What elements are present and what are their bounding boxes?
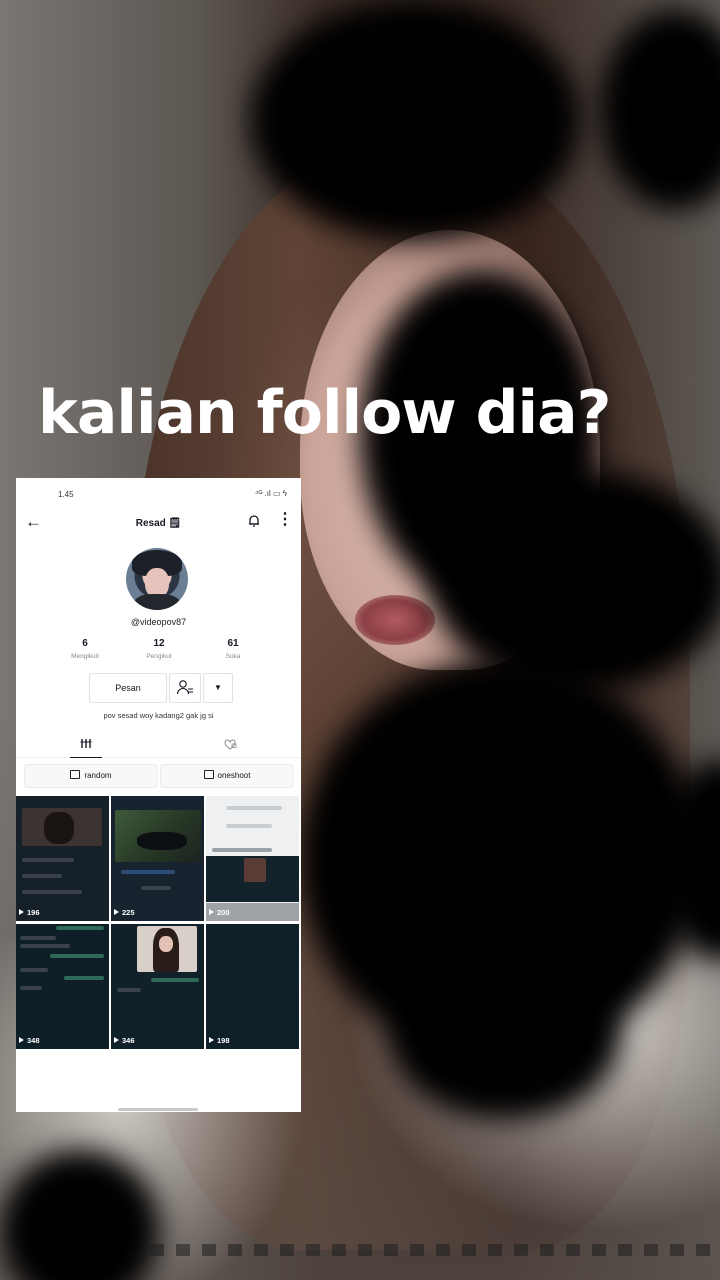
overlay-headline: kalian follow dia? bbox=[38, 378, 611, 448]
user-check-icon bbox=[176, 680, 193, 695]
more-options-icon[interactable]: ⋮ bbox=[277, 512, 293, 528]
profile-tabs bbox=[16, 733, 301, 758]
stat-label: Suka bbox=[225, 653, 241, 660]
view-count: 196 bbox=[19, 908, 40, 917]
view-count: 346 bbox=[114, 1036, 135, 1045]
video-thumbnail[interactable]: 346 bbox=[111, 924, 204, 1049]
video-thumbnail[interactable]: 198 bbox=[206, 924, 299, 1049]
playlist-oneshoot[interactable]: oneshoot bbox=[160, 764, 294, 788]
heart-lock-icon bbox=[224, 739, 237, 750]
black-blur-blob bbox=[600, 10, 720, 210]
status-bar: 1.45 ⁴ᴳ .ıl ▭ ϟ bbox=[16, 478, 301, 510]
stat-label: Mengikuti bbox=[71, 653, 99, 660]
status-icons: ⁴ᴳ .ıl ▭ ϟ bbox=[254, 489, 287, 498]
view-count: 348 bbox=[19, 1036, 40, 1045]
playlist-label: oneshoot bbox=[217, 771, 251, 780]
video-thumbnail[interactable]: 200 bbox=[206, 796, 299, 921]
video-grid: 196 225 200 348 346 198 bbox=[16, 796, 301, 1050]
stat-label: Pengikut bbox=[146, 653, 172, 660]
profile-screenshot: 1.45 ⁴ᴳ .ıl ▭ ϟ ← Resad 🗒 ⋮ @videopov87 … bbox=[16, 478, 301, 1112]
playlists: random oneshoot bbox=[24, 764, 294, 788]
status-time: 1.45 bbox=[58, 490, 74, 499]
black-blur-blob bbox=[430, 470, 720, 690]
stat-likes[interactable]: 61 Suka bbox=[198, 638, 268, 660]
dashed-line bbox=[150, 1244, 720, 1256]
playlist-icon bbox=[70, 770, 81, 779]
avatar[interactable] bbox=[126, 548, 188, 610]
stat-value: 12 bbox=[153, 638, 165, 649]
tab-liked[interactable] bbox=[214, 733, 246, 757]
video-thumbnail[interactable]: 225 bbox=[111, 796, 204, 921]
stat-following[interactable]: 6 Mengikuti bbox=[50, 638, 120, 660]
black-blur-blob bbox=[250, 0, 580, 240]
grid-bars-icon bbox=[80, 739, 92, 748]
caret-down-icon: ▼ bbox=[214, 683, 222, 692]
bell-icon[interactable] bbox=[247, 514, 261, 528]
message-button[interactable]: Pesan bbox=[89, 673, 167, 703]
video-thumbnail[interactable]: 348 bbox=[16, 924, 109, 1049]
profile-stats: 6 Mengikuti 12 Pengikut 61 Suka bbox=[50, 638, 270, 668]
black-blur-blob bbox=[390, 950, 620, 1120]
stat-followers[interactable]: 12 Pengikut bbox=[124, 638, 194, 660]
video-thumbnail[interactable]: 196 bbox=[16, 796, 109, 921]
follow-status-button[interactable] bbox=[169, 673, 201, 703]
profile-bio: pov sesad woy kadang2 gak jg si bbox=[103, 711, 214, 720]
tab-videos[interactable] bbox=[70, 733, 102, 758]
playlist-random[interactable]: random bbox=[24, 764, 158, 788]
stat-value: 61 bbox=[227, 638, 239, 649]
home-indicator bbox=[118, 1108, 198, 1111]
view-count: 225 bbox=[114, 908, 135, 917]
suggested-dropdown-button[interactable]: ▼ bbox=[203, 673, 233, 703]
playlist-icon bbox=[203, 770, 214, 779]
profile-header: ← Resad 🗒 ⋮ bbox=[16, 510, 301, 538]
lips-area bbox=[355, 595, 435, 645]
view-count: 198 bbox=[209, 1036, 230, 1045]
username: @videopov87 bbox=[130, 617, 187, 627]
playlist-label: random bbox=[84, 771, 112, 780]
stat-value: 6 bbox=[82, 638, 88, 649]
view-count: 200 bbox=[209, 908, 230, 917]
